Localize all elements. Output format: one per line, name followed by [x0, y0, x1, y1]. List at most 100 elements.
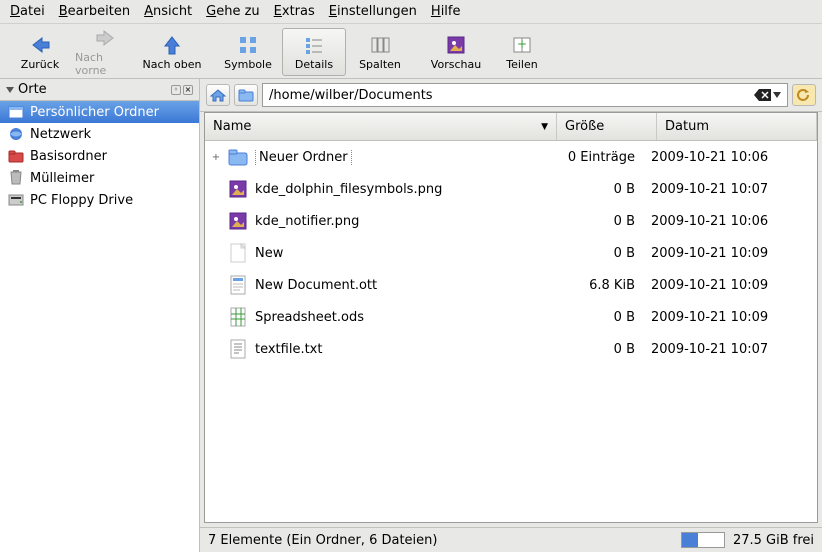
svg-text:+: +: [517, 37, 527, 51]
menu-item[interactable]: Datei: [10, 4, 45, 19]
file-date: 2009-10-21 10:09: [651, 278, 811, 293]
menubar: Datei Bearbeiten Ansicht Gehe zu Extras Einst…: [0, 0, 822, 24]
file-size: 0 B: [545, 342, 645, 357]
home-button[interactable]: [206, 84, 230, 106]
sidebar-item-label: PC Floppy Drive: [30, 193, 133, 208]
file-name: textfile.txt: [255, 342, 539, 357]
places-header: Orte ◦×: [0, 79, 199, 101]
columns-view-icon: [369, 34, 391, 56]
file-date: 2009-10-21 10:07: [651, 342, 811, 357]
sort-indicator-icon: ▼: [541, 122, 548, 132]
path-input[interactable]: [269, 88, 750, 103]
menu-item[interactable]: Extras: [274, 4, 315, 19]
file-icon: [227, 306, 249, 328]
menu-item[interactable]: Einstellungen: [329, 4, 417, 19]
path-input-container: [262, 83, 788, 107]
file-size: 0 B: [545, 310, 645, 325]
column-size[interactable]: Größe: [557, 113, 657, 140]
file-date: 2009-10-21 10:09: [651, 310, 811, 325]
column-name[interactable]: Name▼: [205, 113, 557, 140]
file-icon: [227, 242, 249, 264]
sidebar-item[interactable]: Mülleimer: [0, 167, 199, 189]
sidebar-item-label: Netzwerk: [30, 127, 91, 142]
file-size: 0 Einträge: [545, 150, 645, 165]
panel-controls[interactable]: ◦×: [171, 85, 193, 95]
file-icon: [227, 146, 249, 168]
arrow-up-icon: [161, 34, 183, 56]
place-icon: [8, 148, 24, 164]
file-name: kde_dolphin_filesymbols.png: [255, 182, 539, 197]
status-summary: 7 Elemente (Ein Ordner, 6 Dateien): [208, 533, 437, 548]
sidebar-item[interactable]: Persönlicher Ordner: [0, 101, 199, 123]
file-date: 2009-10-21 10:06: [651, 150, 811, 165]
sidebar-item[interactable]: Netzwerk: [0, 123, 199, 145]
file-icon: [227, 210, 249, 232]
file-icon: [227, 178, 249, 200]
file-name: New Document.ott: [255, 278, 539, 293]
details-view-icon: [303, 34, 325, 56]
column-date[interactable]: Datum: [657, 113, 817, 140]
disk-usage-bar: [681, 532, 725, 548]
file-date: 2009-10-21 10:06: [651, 214, 811, 229]
sidebar-item[interactable]: Basisordner: [0, 145, 199, 167]
split-button[interactable]: + Teilen: [490, 28, 554, 76]
file-row[interactable]: Spreadsheet.ods 0 B 2009-10-21 10:09: [205, 301, 817, 333]
reload-button[interactable]: [792, 84, 816, 106]
file-size: 0 B: [545, 182, 645, 197]
location-bar: [200, 79, 822, 112]
sidebar-item-label: Mülleimer: [30, 171, 94, 186]
file-size: 0 B: [545, 246, 645, 261]
file-name: kde_notifier.png: [255, 214, 539, 229]
file-name: Spreadsheet.ods: [255, 310, 539, 325]
sidebar-item-label: Persönlicher Ordner: [30, 105, 159, 120]
back-button[interactable]: Zurück: [8, 28, 72, 76]
expander-icon[interactable]: +: [211, 152, 221, 163]
column-headers: Name▼ Größe Datum: [205, 113, 817, 141]
places-title: Orte: [18, 82, 47, 97]
preview-button[interactable]: Vorschau: [424, 28, 488, 76]
file-row[interactable]: +Neuer Ordner0 Einträge2009-10-21 10:06: [205, 141, 817, 173]
folder-chip[interactable]: [234, 84, 258, 106]
file-size: 0 B: [545, 214, 645, 229]
menu-item[interactable]: Ansicht: [144, 4, 192, 19]
file-row[interactable]: New 0 B 2009-10-21 10:09: [205, 237, 817, 269]
columns-view-button[interactable]: Spalten: [348, 28, 412, 76]
chevron-down-icon: [6, 86, 14, 94]
file-pane: Name▼ Größe Datum +Neuer Ordner0 Einträg…: [204, 112, 818, 523]
sidebar-item-label: Basisordner: [30, 149, 107, 164]
clear-location-button[interactable]: [754, 88, 781, 102]
file-size: 6.8 KiB: [545, 278, 645, 293]
menu-item[interactable]: Hilfe: [431, 4, 461, 19]
content-area: Name▼ Größe Datum +Neuer Ordner0 Einträg…: [200, 79, 822, 552]
icons-view-button[interactable]: Symbole: [216, 28, 280, 76]
places-sidebar: Orte ◦× Persönlicher Ordner Netzwerk Basis…: [0, 79, 200, 552]
statusbar: 7 Elemente (Ein Ordner, 6 Dateien) 27.5 …: [200, 527, 822, 552]
file-list[interactable]: +Neuer Ordner0 Einträge2009-10-21 10:06k…: [205, 141, 817, 522]
file-date: 2009-10-21 10:07: [651, 182, 811, 197]
file-date: 2009-10-21 10:09: [651, 246, 811, 261]
menu-item[interactable]: Gehe zu: [206, 4, 260, 19]
arrow-left-icon: [29, 34, 51, 56]
disk-free-label: 27.5 GiB frei: [733, 533, 814, 548]
file-name: New: [255, 246, 539, 261]
menu-item[interactable]: Bearbeiten: [59, 4, 130, 19]
file-row[interactable]: textfile.txt 0 B 2009-10-21 10:07: [205, 333, 817, 365]
file-row[interactable]: New Document.ott 6.8 KiB 2009-10-21 10:09: [205, 269, 817, 301]
sidebar-item[interactable]: PC Floppy Drive: [0, 189, 199, 211]
split-icon: +: [511, 34, 533, 56]
file-icon: [227, 274, 249, 296]
place-icon: [8, 104, 24, 120]
arrow-right-icon: [95, 27, 117, 49]
file-icon: [227, 338, 249, 360]
file-row[interactable]: kde_dolphin_filesymbols.png 0 B 2009-10-21…: [205, 173, 817, 205]
place-icon: [8, 192, 24, 208]
toolbar: Zurück Nach vorne Nach oben Symbole Deta…: [0, 24, 822, 79]
icons-view-icon: [237, 34, 259, 56]
place-icon: [8, 170, 24, 186]
details-view-button[interactable]: Details: [282, 28, 346, 76]
up-button[interactable]: Nach oben: [140, 28, 204, 76]
place-icon: [8, 126, 24, 142]
file-row[interactable]: kde_notifier.png 0 B 2009-10-21 10:06: [205, 205, 817, 237]
preview-icon: [445, 34, 467, 56]
forward-button: Nach vorne: [74, 28, 138, 76]
